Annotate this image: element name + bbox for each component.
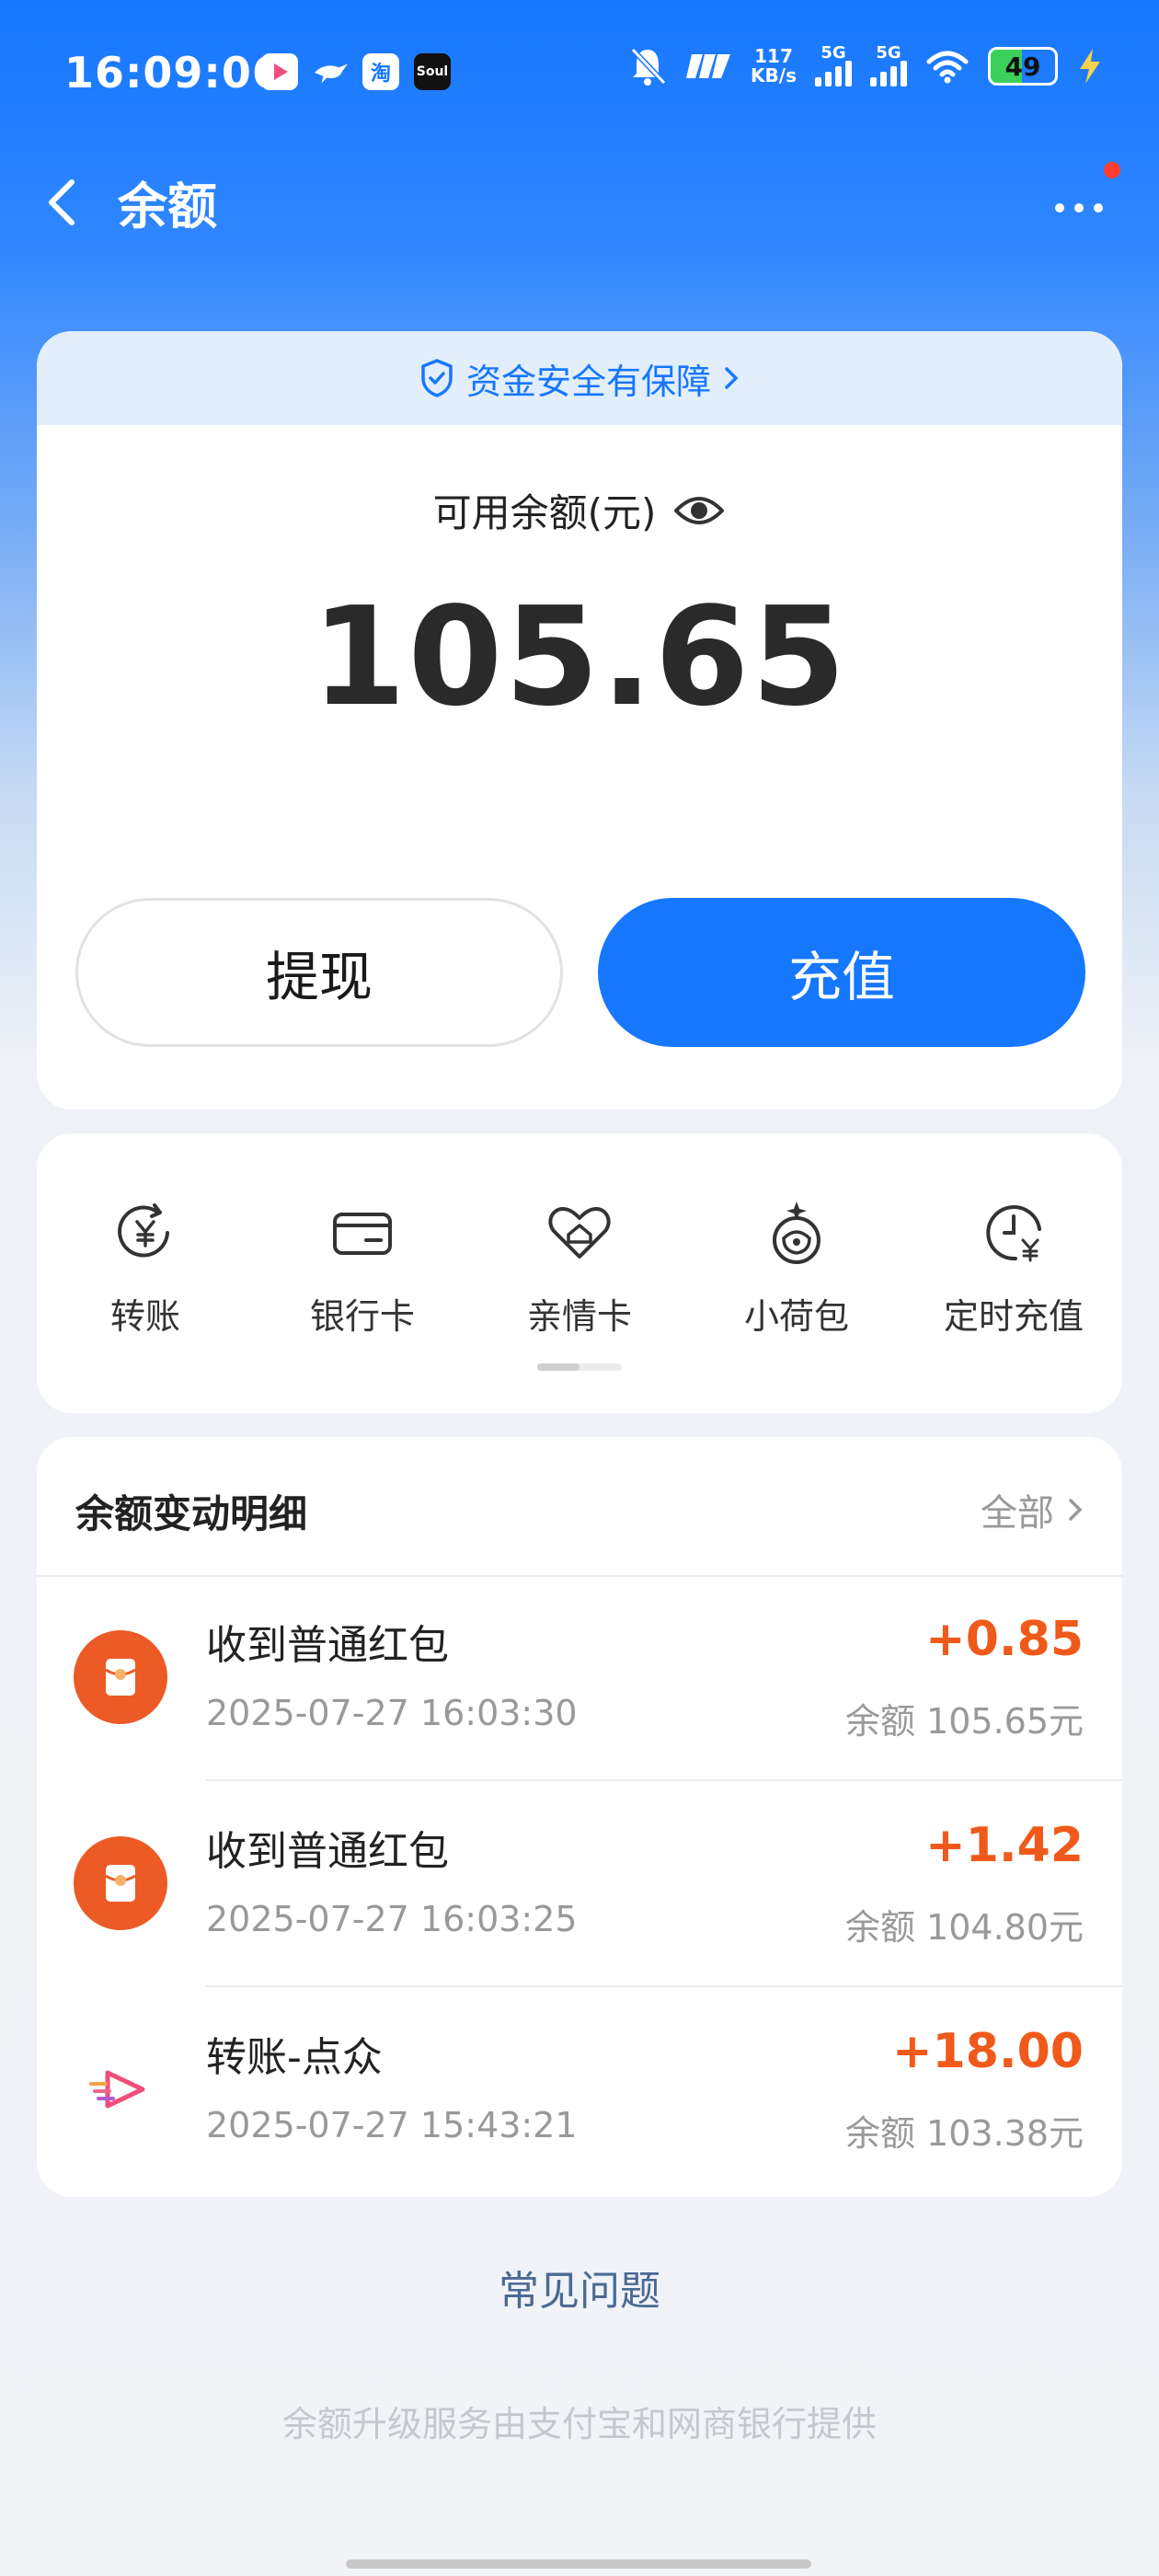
service-provider-note: 余额升级服务由支付宝和网商银行提供 — [281, 2404, 877, 2444]
chevron-right-icon — [725, 367, 739, 389]
fund-security-banner[interactable]: 资金安全有保障 — [37, 331, 1122, 425]
notification-dot — [1104, 162, 1120, 178]
recharge-button[interactable]: 充值 — [598, 898, 1085, 1047]
quick-action-scheduled-recharge[interactable]: 定时充值 — [905, 1198, 1122, 1339]
status-time: 16:09:06 — [64, 48, 282, 98]
transfer-yen-icon — [118, 1203, 169, 1258]
transaction-time: 2025-07-27 15:43:21 — [206, 2105, 578, 2145]
battery-icon: 49 — [988, 47, 1058, 86]
eye-icon[interactable] — [672, 492, 726, 529]
transaction-row[interactable]: 转账-点众 2025-07-27 15:43:21 +18.00 余额 103.… — [37, 1987, 1122, 2193]
family-card-icon — [548, 1207, 611, 1259]
balance-card: 资金安全有保障 可用余额(元) 105.65 提现 充值 — [37, 331, 1122, 1110]
faq-link[interactable]: 常见问题 — [0, 2258, 1159, 2317]
quick-actions-card: 转账 银行卡 亲情卡 小荷包 定时充值 — [37, 1133, 1122, 1413]
available-balance-label: 可用余额(元) — [432, 490, 657, 535]
mute-bell-icon — [630, 47, 667, 86]
quick-action-transfer[interactable]: 转账 — [37, 1198, 254, 1339]
soul-notification-icon: Soul — [414, 53, 451, 90]
balance-amount: 105.65 — [311, 578, 848, 736]
dianzhong-app-icon — [74, 2042, 167, 2136]
view-all-link[interactable]: 全部 — [981, 1483, 1084, 1536]
quick-action-bank-card[interactable]: 银行卡 — [254, 1198, 471, 1339]
details-header: 余额变动明细 全部 — [37, 1437, 1122, 1577]
carrier-logo-icon — [686, 54, 731, 78]
shield-check-icon — [421, 359, 453, 397]
fund-security-text: 资金安全有保障 — [465, 361, 711, 402]
transaction-title: 转账-点众 — [206, 2034, 383, 2081]
available-balance-label-row: 可用余额(元) — [37, 482, 1122, 538]
transaction-row[interactable]: 收到普通红包 2025-07-27 16:03:30 +0.85 余额 105.… — [37, 1575, 1122, 1781]
nav-bar: 余额 — [0, 147, 1159, 248]
network-speed: 117 KB/s — [751, 45, 797, 86]
dianzhong-notification-icon — [261, 53, 298, 90]
back-arrow-icon[interactable] — [37, 175, 92, 230]
quick-action-family-card[interactable]: 亲情卡 — [471, 1198, 688, 1339]
quick-action-label: 定时充值 — [943, 1296, 1084, 1337]
quick-action-label: 银行卡 — [309, 1296, 415, 1337]
transaction-balance: 余额 104.80元 — [844, 1907, 1084, 1948]
withdraw-button[interactable]: 提现 — [75, 898, 563, 1047]
transaction-row[interactable]: 收到普通红包 2025-07-27 16:03:25 +1.42 余额 104.… — [37, 1781, 1122, 1987]
red-packet-icon — [74, 1630, 167, 1724]
balance-details-card: 余额变动明细 全部 收到普通红包 2025-07-27 16:03:30 +0.… — [37, 1437, 1122, 2197]
taobao-notification-icon: 淘 — [362, 53, 399, 90]
wifi-icon — [926, 51, 969, 84]
transaction-amount: +0.85 — [925, 1612, 1084, 1667]
transaction-time: 2025-07-27 16:03:30 — [206, 1693, 578, 1733]
status-bar: 16:09:06 淘 Soul 117 KB/s 5G 5G 49 — [0, 0, 1159, 147]
charging-bolt-icon — [1080, 49, 1100, 84]
chevron-right-icon — [1069, 1499, 1083, 1521]
transaction-title: 收到普通红包 — [206, 1828, 449, 1875]
quick-action-label: 转账 — [109, 1296, 180, 1337]
transaction-balance: 余额 103.38元 — [844, 2113, 1084, 2154]
quick-action-purse[interactable]: 小荷包 — [688, 1198, 905, 1339]
signal-bars-icon — [870, 61, 907, 86]
bank-card-icon — [333, 1213, 392, 1255]
signal-5g-2: 5G — [870, 45, 907, 86]
transaction-amount: +18.00 — [891, 2024, 1084, 2079]
quick-action-label: 亲情卡 — [526, 1296, 632, 1337]
transaction-balance: 余额 105.65元 — [844, 1701, 1084, 1742]
page-title: 余额 — [118, 178, 217, 236]
home-indicator[interactable] — [346, 2559, 811, 2569]
more-menu-icon[interactable] — [1047, 184, 1111, 221]
bird-notification-icon — [313, 53, 350, 90]
scheduled-recharge-icon — [986, 1205, 1041, 1262]
transaction-amount: +1.42 — [925, 1818, 1084, 1873]
signal-bars-icon — [815, 61, 852, 86]
details-title: 余额变动明细 — [75, 1491, 308, 1536]
page-indicator — [537, 1363, 622, 1371]
signal-5g-1: 5G — [815, 45, 852, 86]
transaction-time: 2025-07-27 16:03:25 — [206, 1899, 578, 1939]
red-packet-icon — [74, 1836, 167, 1930]
quick-action-label: 小荷包 — [743, 1296, 849, 1337]
transaction-title: 收到普通红包 — [206, 1622, 449, 1669]
purse-icon — [773, 1202, 820, 1264]
